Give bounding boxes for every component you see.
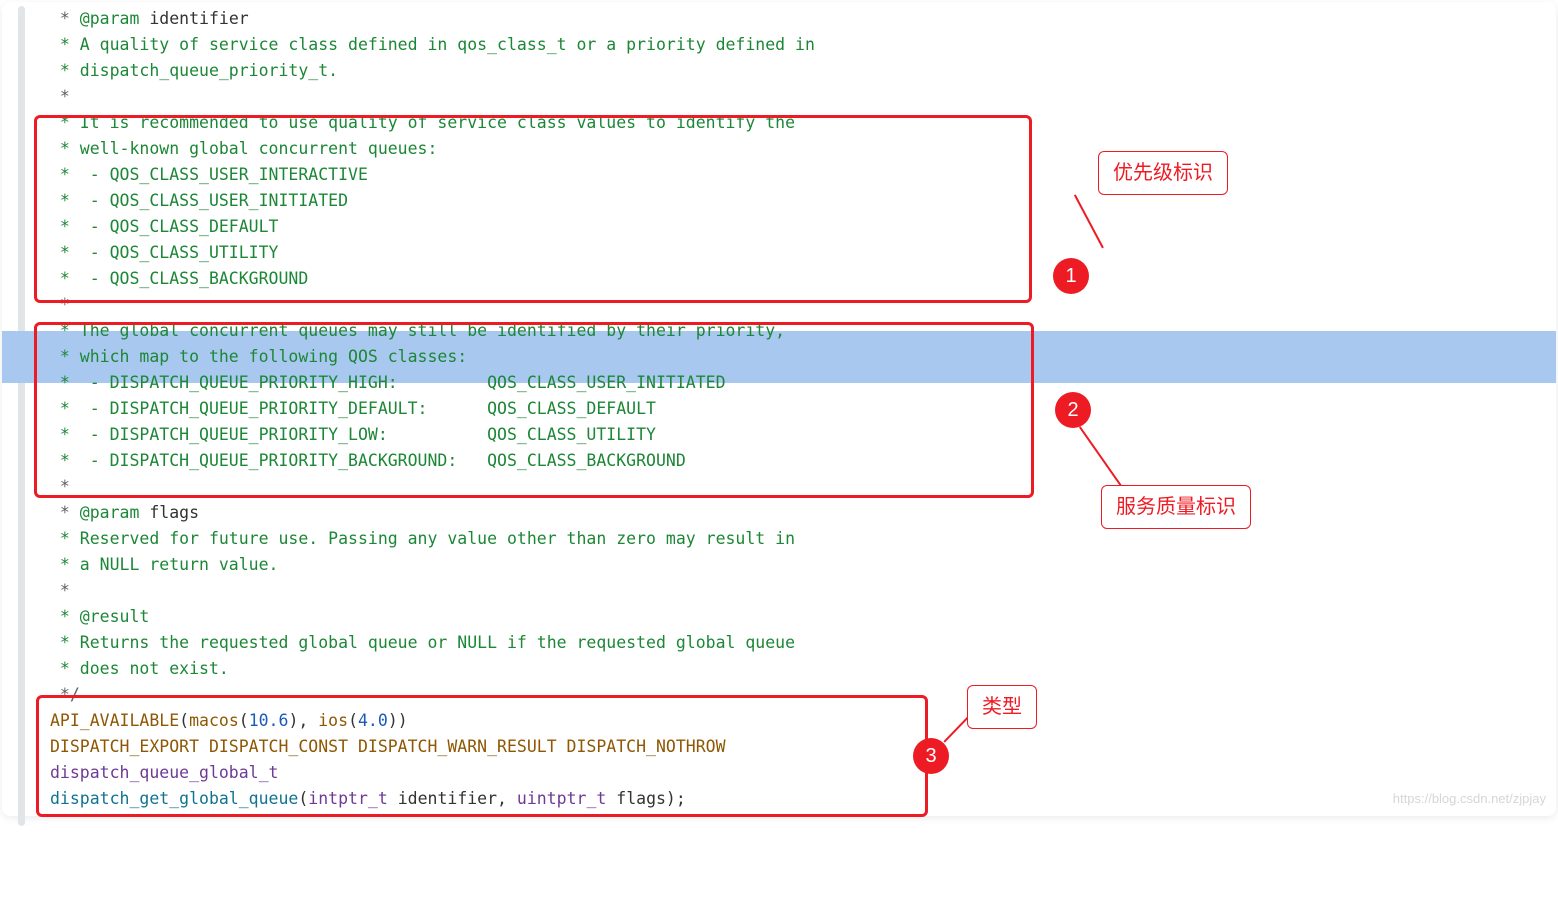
code-line: * [2,292,1556,318]
code-line: * @param flags [2,500,1556,526]
annotation-bubble-3: 3 [913,738,949,774]
code-line: * [2,474,1556,500]
code-line: * It is recommended to use quality of se… [2,110,1556,136]
code-line: * - DISPATCH_QUEUE_PRIORITY_DEFAULT: QOS… [2,396,1556,422]
code-line: * @result [2,604,1556,630]
code-line: * Returns the requested global queue or … [2,630,1556,656]
code-block: 1 2 3 优先级标识 服务质量标识 类型 * @param identifie… [2,2,1556,816]
watermark-text: https://blog.csdn.net/zjpjay [1393,786,1546,812]
annotation-bubble-2: 2 [1055,392,1091,428]
code-line: * @param identifier [2,6,1556,32]
annotation-label-2: 服务质量标识 [1101,485,1251,529]
code-line: * [2,84,1556,110]
code-line: * - DISPATCH_QUEUE_PRIORITY_LOW: QOS_CLA… [2,422,1556,448]
code-line: * which map to the following QOS classes… [2,344,1556,370]
code-line: dispatch_queue_global_t [2,760,1556,786]
code-line: * well-known global concurrent queues: [2,136,1556,162]
code-line: dispatch_get_global_queue(intptr_t ident… [2,786,1556,812]
code-line: * - QOS_CLASS_DEFAULT [2,214,1556,240]
annotation-label-3: 类型 [967,685,1037,729]
code-line: * dispatch_queue_priority_t. [2,58,1556,84]
code-line: API_AVAILABLE(macos(10.6), ios(4.0)) [2,708,1556,734]
annotation-label-1: 优先级标识 [1098,151,1228,195]
code-line: * Reserved for future use. Passing any v… [2,526,1556,552]
code-line: * does not exist. [2,656,1556,682]
code-line: * - QOS_CLASS_BACKGROUND [2,266,1556,292]
code-line: */ [2,682,1556,708]
code-line: * - DISPATCH_QUEUE_PRIORITY_HIGH: QOS_CL… [2,370,1556,396]
code-line: * a NULL return value. [2,552,1556,578]
code-line: * - DISPATCH_QUEUE_PRIORITY_BACKGROUND: … [2,448,1556,474]
code-line: * A quality of service class defined in … [2,32,1556,58]
code-line: * [2,578,1556,604]
code-line: * The global concurrent queues may still… [2,318,1556,344]
annotation-bubble-1: 1 [1053,258,1089,294]
code-line: DISPATCH_EXPORT DISPATCH_CONST DISPATCH_… [2,734,1556,760]
code-line: * - QOS_CLASS_USER_INTERACTIVE [2,162,1556,188]
code-line: * - QOS_CLASS_USER_INITIATED [2,188,1556,214]
code-line: * - QOS_CLASS_UTILITY [2,240,1556,266]
